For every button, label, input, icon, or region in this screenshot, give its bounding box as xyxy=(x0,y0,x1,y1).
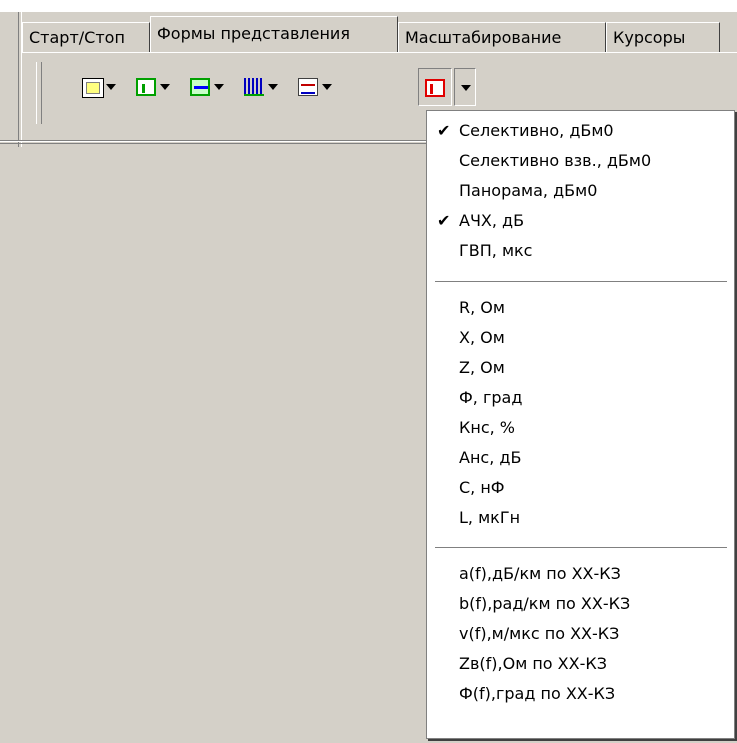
menu-item-wave-impedance[interactable]: Zв(f),Ом по ХХ-КЗ xyxy=(427,649,734,679)
chevron-down-icon xyxy=(268,84,278,90)
menu-item-selective-weighted-dbm0[interactable]: Селективно взв., дБм0 xyxy=(427,146,734,176)
tab-start-stop[interactable]: Старт/Стоп xyxy=(22,22,150,52)
menu-item-attenuation-per-km[interactable]: a(f),дБ/км по ХХ-КЗ xyxy=(427,559,734,589)
chevron-down-icon xyxy=(461,85,471,91)
frequency-response-red-icon xyxy=(425,79,445,97)
menu-item-label: a(f),дБ/км по ХХ-КЗ xyxy=(459,564,621,583)
menu-item-label: L, мкГн xyxy=(459,508,521,527)
top-strip xyxy=(0,0,737,12)
frequency-response-button[interactable] xyxy=(418,68,452,106)
menu-item-label: Анс, дБ xyxy=(459,448,522,467)
panorama-button[interactable] xyxy=(176,68,226,106)
menu-item-frequency-response-db[interactable]: ✔ АЧХ, дБ xyxy=(427,206,734,236)
menu-item-capacitance-nf[interactable]: С, нФ xyxy=(427,473,734,503)
tab-label: Масштабирование xyxy=(405,28,562,47)
panorama-icon xyxy=(190,78,210,96)
chevron-down-icon xyxy=(322,84,332,90)
tab-scaling[interactable]: Масштабирование xyxy=(398,22,606,52)
menu-item-x-ohm[interactable]: X, Ом xyxy=(427,323,734,353)
menu-item-panorama-dbm0[interactable]: Панорама, дБм0 xyxy=(427,176,734,206)
tab-display-forms[interactable]: Формы представления xyxy=(150,16,398,52)
tab-cursors[interactable]: Курсоры xyxy=(606,22,720,52)
spectrum-button[interactable] xyxy=(122,68,172,106)
menu-item-label: Ф(f),град по ХХ-КЗ xyxy=(459,684,616,703)
menu-item-label: v(f),м/мкс по ХХ-КЗ xyxy=(459,624,620,643)
menu-item-label: Z, Ом xyxy=(459,358,505,377)
menu-item-velocity[interactable]: v(f),м/мкс по ХХ-КЗ xyxy=(427,619,734,649)
multi-graph-icon xyxy=(298,78,318,96)
menu-item-label: Селективно взв., дБм0 xyxy=(459,151,652,170)
wizard-button[interactable] xyxy=(68,68,118,106)
menu-item-label: b(f),рад/км по ХХ-КЗ xyxy=(459,594,631,613)
menu-item-label: Ф, град xyxy=(459,388,523,407)
menu-item-phase-deg[interactable]: Ф, град xyxy=(427,383,734,413)
multi-graph-button[interactable] xyxy=(284,68,334,106)
menu-separator xyxy=(435,547,727,549)
tab-label: Формы представления xyxy=(157,24,350,43)
frequency-response-dropdown-button[interactable] xyxy=(454,68,476,106)
spectrum-green-icon xyxy=(136,78,156,96)
menu-item-label: R, Ом xyxy=(459,298,505,317)
menu-item-kns-percent[interactable]: Кнс, % xyxy=(427,413,734,443)
chevron-down-icon xyxy=(106,84,116,90)
bar-spectrum-icon xyxy=(244,78,264,96)
menu-item-label: АЧХ, дБ xyxy=(459,211,525,230)
menu-item-ans-db[interactable]: Анс, дБ xyxy=(427,443,734,473)
menu-item-label: Zв(f),Ом по ХХ-КЗ xyxy=(459,654,607,673)
menu-item-label: ГВП, мкс xyxy=(459,241,533,260)
display-forms-menu: ✔ Селективно, дБм0 Селективно взв., дБм0… xyxy=(426,110,735,739)
tab-label: Старт/Стоп xyxy=(29,28,125,47)
chevron-down-icon xyxy=(214,84,224,90)
wizard-icon xyxy=(82,78,104,98)
check-icon: ✔ xyxy=(437,211,451,230)
menu-item-label: Панорама, дБм0 xyxy=(459,181,598,200)
menu-item-r-ohm[interactable]: R, Ом xyxy=(427,293,734,323)
menu-item-label: Кнс, % xyxy=(459,418,515,437)
chevron-down-icon xyxy=(160,84,170,90)
check-icon: ✔ xyxy=(437,121,451,140)
menu-item-phase-per-km[interactable]: b(f),рад/км по ХХ-КЗ xyxy=(427,589,734,619)
menu-item-inductance-uh[interactable]: L, мкГн xyxy=(427,503,734,533)
menu-item-selective-dbm0[interactable]: ✔ Селективно, дБм0 xyxy=(427,116,734,146)
toolbar-grip[interactable] xyxy=(36,62,42,124)
menu-item-label: С, нФ xyxy=(459,478,505,497)
menu-item-label: X, Ом xyxy=(459,328,505,347)
menu-item-z-ohm[interactable]: Z, Ом xyxy=(427,353,734,383)
menu-item-phase-f-deg[interactable]: Ф(f),град по ХХ-КЗ xyxy=(427,679,734,709)
menu-item-group-delay-us[interactable]: ГВП, мкс xyxy=(427,236,734,266)
menu-item-label: Селективно, дБм0 xyxy=(459,121,614,140)
menu-separator xyxy=(435,281,727,283)
bar-spectrum-button[interactable] xyxy=(230,68,280,106)
tab-label: Курсоры xyxy=(613,28,686,47)
